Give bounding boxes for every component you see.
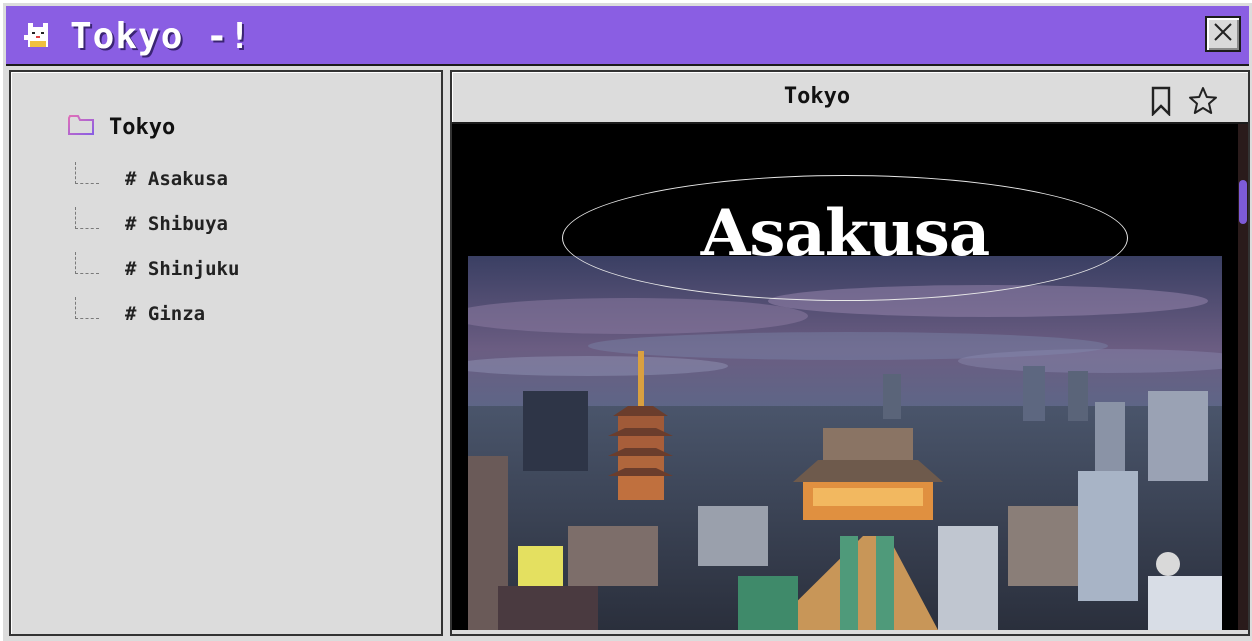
content-panel: Tokyo Asakusa: [450, 70, 1250, 636]
scroll-thumb[interactable]: [1239, 180, 1247, 224]
tree-connector: [75, 252, 99, 274]
star-icon[interactable]: [1188, 86, 1218, 116]
tree-connector: [75, 297, 99, 319]
sidebar-item-label: # Shinjuku: [125, 258, 240, 280]
tree-root-label: Tokyo: [109, 114, 176, 140]
content-header: Tokyo: [452, 72, 1248, 124]
folder-icon: [67, 113, 95, 141]
tree-root-tokyo[interactable]: Tokyo: [67, 112, 175, 142]
sidebar-item-shinjuku[interactable]: # Shinjuku: [75, 252, 240, 284]
scrollbar[interactable]: [1238, 124, 1248, 630]
lucky-cat-icon: [22, 19, 54, 51]
sidebar-item-shibuya[interactable]: # Shibuya: [75, 207, 228, 239]
content-title: Tokyo: [783, 84, 851, 109]
close-icon: [1212, 21, 1234, 47]
title-bar[interactable]: Tokyo -!: [6, 6, 1249, 66]
sidebar-item-label: # Shibuya: [125, 213, 228, 235]
bookmark-icon[interactable]: [1150, 86, 1172, 117]
sidebar-tree: Tokyo # Asakusa # Shibuya # Shinjuku # G…: [9, 70, 443, 636]
sidebar-item-ginza[interactable]: # Ginza: [75, 297, 206, 329]
app-window: Tokyo -! Tokyo # Asakusa # Shibuya # Shi…: [0, 0, 1252, 641]
window-title: Tokyo -!: [70, 16, 252, 57]
article-heading: Asakusa: [700, 196, 991, 271]
tree-connector: [75, 162, 99, 184]
article-viewer: Asakusa: [452, 124, 1238, 630]
close-button[interactable]: [1205, 16, 1241, 52]
tree-connector: [75, 207, 99, 229]
asakusa-city-night-photo: [468, 256, 1222, 630]
sidebar-item-label: # Ginza: [125, 303, 206, 325]
sidebar-item-label: # Asakusa: [125, 168, 228, 190]
sidebar-item-asakusa[interactable]: # Asakusa: [75, 162, 228, 194]
